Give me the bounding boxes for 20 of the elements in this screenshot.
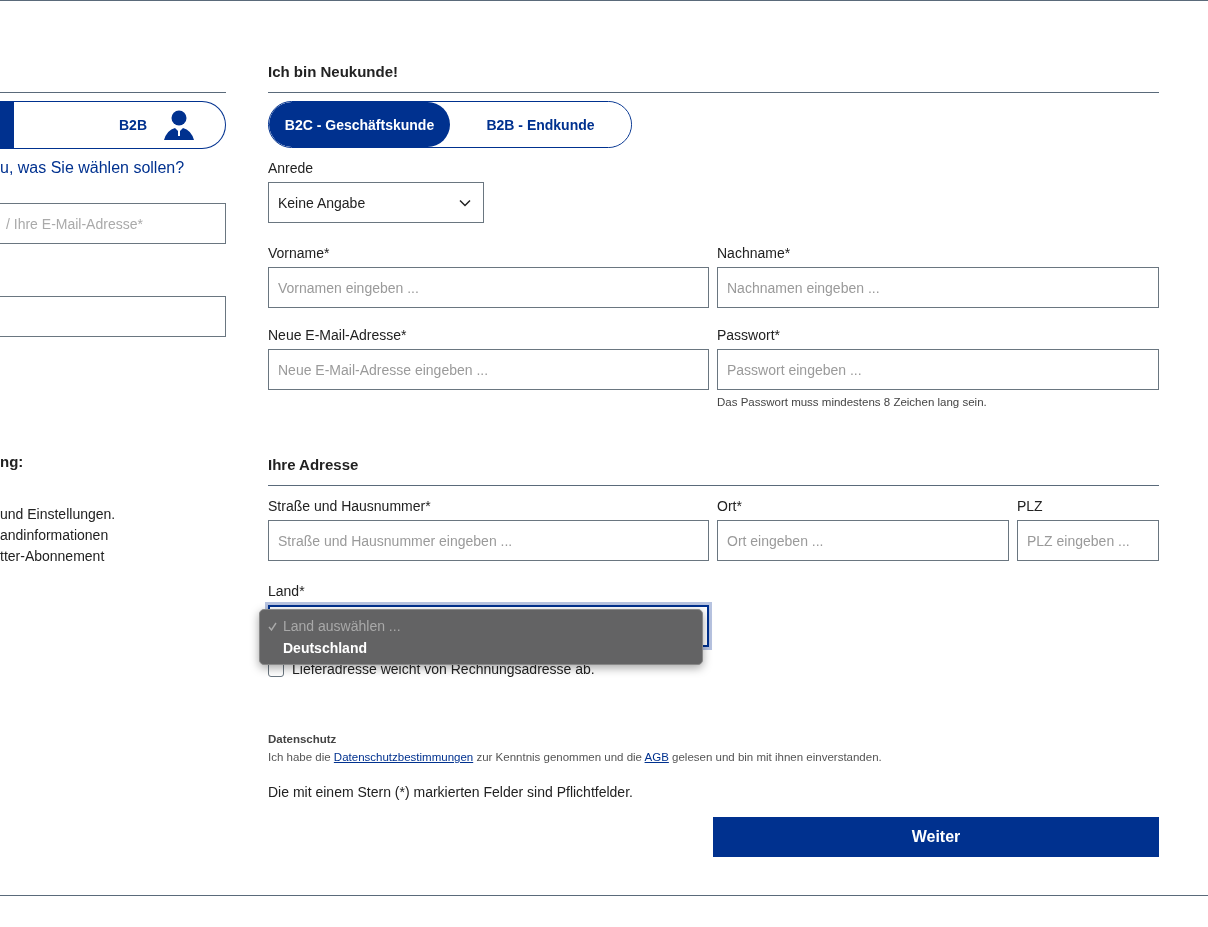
field-label: Neue E-Mail-Adresse* (268, 327, 408, 343)
privacy-text: Ich habe die Datenschutzbestimmungen zur Kenntnis genommen und die AGB gelesen und bin mit ihnen einverstanden. (268, 751, 883, 763)
field-label: Land* (268, 583, 306, 599)
field-label: Anrede (268, 160, 315, 176)
field-label: Ort* (717, 498, 743, 514)
field-label: Passwort* (717, 327, 782, 343)
password-hint: Das Passwort muss mindestens 8 Zeichen lang sein. (717, 396, 988, 408)
section-title: Ihre Adresse (268, 456, 1159, 486)
field-label: Nachname* (717, 245, 792, 261)
field-label: Vorname* (268, 245, 331, 261)
checkbox-label: Lieferadresse weicht von Rechnungsadresse ab. (292, 661, 595, 677)
benefit-text: andinformationen (0, 526, 110, 545)
benefit-text: tter-Abonnement (0, 547, 106, 566)
privacy-title: Datenschutz (268, 733, 338, 745)
field-label: Straße und Hausnummer* (268, 498, 432, 514)
field-label: PLZ (1017, 498, 1044, 514)
required-note: Die mit einem Stern (*) markierten Felder sind Pflichtfelder. (268, 784, 634, 800)
benefit-text: und Einstellungen. (0, 505, 117, 524)
benefits-title: ng: (0, 453, 25, 470)
section-title: Ich bin Neukunde! (268, 63, 1159, 93)
